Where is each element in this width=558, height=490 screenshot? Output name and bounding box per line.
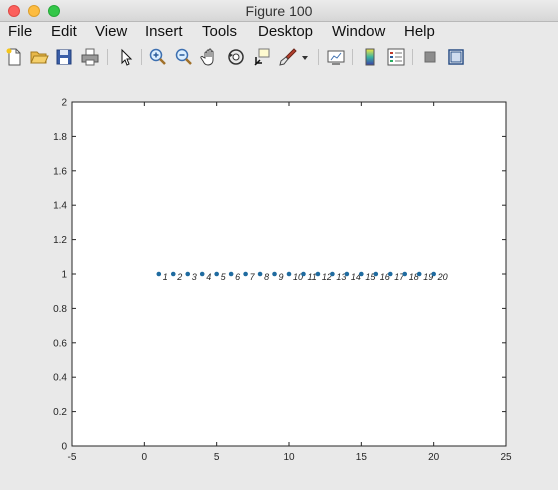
pan-icon[interactable]	[200, 47, 220, 67]
toolbar-separator	[412, 49, 413, 65]
data-point-label: 2	[176, 272, 182, 282]
data-point-label: 20	[437, 272, 448, 282]
menu-edit[interactable]: Edit	[51, 23, 77, 40]
data-point[interactable]	[344, 271, 350, 277]
y-tick-label: 1.8	[53, 132, 67, 143]
data-point[interactable]	[257, 271, 263, 277]
x-tick-label: 25	[500, 452, 512, 463]
data-point[interactable]	[359, 271, 364, 277]
new-figure-icon[interactable]	[4, 47, 24, 67]
title-bar: Figure 100	[0, 0, 558, 22]
zoom-in-icon[interactable]	[148, 47, 168, 67]
menu-desktop[interactable]: Desktop	[258, 23, 313, 40]
data-point[interactable]	[272, 271, 277, 277]
axes-plot[interactable]: -5 0 5 10 15 20 25 00.20.40.60.811.21.41.61.82…	[0, 72, 558, 490]
print-icon[interactable]	[80, 47, 100, 67]
data-cursor-icon[interactable]	[252, 47, 272, 67]
data-point[interactable]	[416, 271, 422, 277]
menu-window[interactable]: Window	[332, 23, 385, 40]
link-plot-icon[interactable]	[326, 47, 346, 67]
toolbar-separator	[141, 49, 142, 65]
x-tick-label: 20	[428, 452, 440, 463]
data-point-label: 6	[235, 272, 240, 282]
x-tick-label: -5	[68, 452, 77, 463]
data-point[interactable]	[431, 271, 436, 277]
y-tick-label: 0.4	[53, 373, 67, 384]
brush-dropdown-icon[interactable]	[300, 47, 310, 67]
pointer-icon[interactable]	[116, 47, 136, 67]
toolbar-separator	[107, 49, 108, 65]
y-tick-label: 1	[61, 270, 67, 281]
data-point[interactable]	[402, 271, 408, 277]
x-tick-label: 15	[356, 452, 368, 463]
data-point[interactable]	[228, 271, 234, 277]
hide-plot-tools-icon[interactable]	[420, 47, 440, 67]
toolbar-separator	[352, 49, 353, 65]
brush-icon[interactable]	[278, 47, 298, 67]
figure-toolbar	[0, 43, 558, 72]
data-point-label: 1	[163, 272, 168, 282]
toolbar-separator	[318, 49, 319, 65]
menu-help[interactable]: Help	[404, 23, 435, 40]
menu-view[interactable]: View	[95, 23, 127, 40]
menu-tools[interactable]: Tools	[202, 23, 237, 40]
open-file-icon[interactable]	[29, 47, 49, 67]
y-tick-label: 2	[61, 98, 67, 109]
y-tick-label: 0.6	[53, 338, 67, 349]
x-tick-label: 0	[142, 452, 148, 463]
data-point[interactable]	[156, 271, 162, 277]
y-tick-label: 0.8	[53, 304, 67, 315]
show-plot-tools-icon[interactable]	[446, 47, 466, 67]
data-point[interactable]	[373, 271, 379, 277]
window-title: Figure 100	[245, 3, 313, 19]
y-tick-label: 1.2	[53, 235, 67, 246]
y-tick-label: 0.2	[53, 407, 67, 418]
data-point[interactable]	[315, 271, 321, 277]
save-icon[interactable]	[54, 47, 74, 67]
menu-file[interactable]: File	[8, 23, 32, 40]
data-point[interactable]	[214, 271, 219, 277]
data-point-label: 8	[264, 272, 269, 282]
zoom-out-icon[interactable]	[174, 47, 194, 67]
data-point-label: 9	[279, 272, 284, 282]
data-point-label: 11	[307, 272, 316, 282]
menu-insert[interactable]: Insert	[145, 23, 183, 40]
legend-icon[interactable]	[386, 47, 406, 67]
data-point[interactable]	[243, 271, 248, 277]
data-point[interactable]	[330, 271, 335, 277]
data-point-label: 3	[192, 272, 197, 282]
data-point[interactable]	[170, 271, 176, 277]
colorbar-icon[interactable]	[360, 47, 380, 67]
y-tick-label: 1.6	[53, 166, 67, 177]
data-point[interactable]	[185, 271, 191, 277]
menu-bar: File Edit View Insert Tools Desktop Wind…	[0, 22, 558, 43]
data-point[interactable]	[301, 271, 306, 277]
data-point-label: 4	[206, 272, 211, 282]
y-tick-label: 0	[61, 442, 67, 453]
x-tick-label: 5	[214, 452, 220, 463]
data-point[interactable]	[286, 271, 292, 277]
y-tick-label: 1.4	[53, 201, 67, 212]
rotate-3d-icon[interactable]	[226, 47, 246, 67]
x-tick-label: 10	[283, 452, 295, 463]
data-point[interactable]	[199, 271, 205, 277]
data-point[interactable]	[387, 271, 393, 277]
